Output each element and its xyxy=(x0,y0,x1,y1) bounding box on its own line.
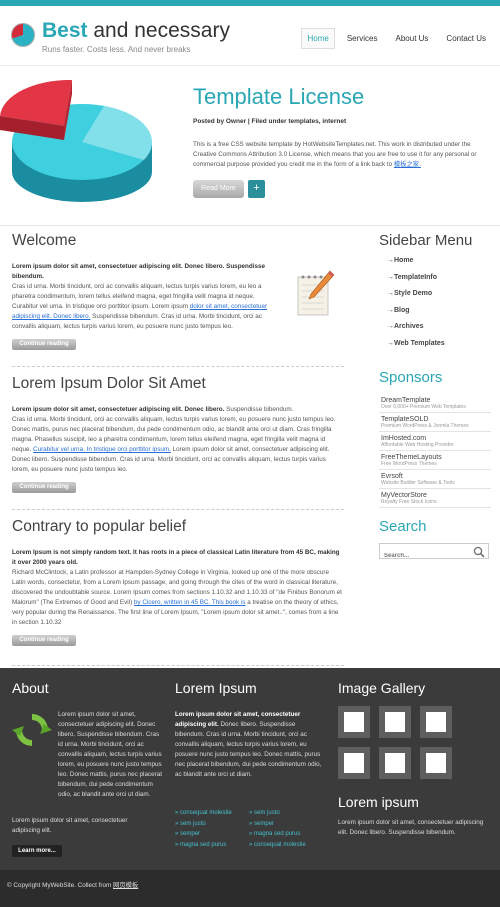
footer-about-text2: Lorem ipsum dolor sit amet, consectetuer… xyxy=(12,817,128,834)
sidebar: Sidebar Menu Home TemplateInfo Style Dem… xyxy=(379,232,491,563)
continue-reading-button[interactable]: Continue reading xyxy=(12,635,76,646)
footer-link[interactable]: » sem justo xyxy=(175,819,245,830)
article-body: Lorem ipsum dolor sit amet, consectetuer… xyxy=(12,406,336,473)
hero-title: Template License xyxy=(193,84,365,109)
copyright-link[interactable]: 网页模板 xyxy=(113,882,138,889)
article-body: Richard McClintock, a Latin professor at… xyxy=(12,569,342,626)
pie-chart-illustration xyxy=(0,80,153,202)
footer-links: » consequat molestie » sem justo » sem j… xyxy=(175,808,335,850)
footer-link[interactable]: » consequat molestie xyxy=(249,840,319,851)
learn-more-button[interactable]: Learn more... xyxy=(12,845,62,857)
site-logo[interactable]: Best and necessary xyxy=(42,19,230,43)
site-footer: About Lorem ipsum dolor sit amet, consec… xyxy=(0,668,500,907)
nav-home[interactable]: Home xyxy=(301,28,335,49)
footer-link[interactable]: » sem justo xyxy=(249,808,319,819)
search-title: Search xyxy=(379,517,427,535)
plus-button[interactable]: + xyxy=(248,180,265,198)
notepad-pencil-icon xyxy=(297,270,335,316)
continue-reading-button[interactable]: Continue reading xyxy=(12,339,76,350)
sponsor-item[interactable]: Evrsoft Website Builder Software & Tools xyxy=(379,470,491,489)
sidebar-item-style-demo[interactable]: Style Demo xyxy=(379,290,491,307)
article-lead: Lorem Ipsum is not simply random text. I… xyxy=(12,549,340,566)
sidebar-item-templateinfo[interactable]: TemplateInfo xyxy=(379,274,491,291)
image-gallery xyxy=(338,706,452,779)
footer-link[interactable]: » semper xyxy=(249,819,319,830)
gallery-thumbnail[interactable] xyxy=(338,706,370,738)
nav-about-us[interactable]: About Us xyxy=(390,28,435,49)
main-column: Welcome Lorem ipsum dolor sit amet, cons… xyxy=(12,232,344,674)
article-link[interactable]: Curabitur vel urna. In tristique orci po… xyxy=(33,446,171,453)
footer-lorem-text: Lorem ipsum dolor sit amet, consectetuer… xyxy=(175,711,322,778)
sponsor-item[interactable]: DreamTemplate Over 6,000+ Premium Web Tem… xyxy=(379,394,491,413)
gallery-thumbnail[interactable] xyxy=(420,706,452,738)
read-more-button[interactable]: Read More xyxy=(193,180,244,198)
article-contrary: Contrary to popular belief Lorem Ipsum i… xyxy=(12,518,344,666)
gallery-thumbnail[interactable] xyxy=(379,747,411,779)
search-box xyxy=(379,542,489,563)
search-input[interactable] xyxy=(380,548,470,563)
hero-link[interactable]: 模板之家. xyxy=(394,161,421,168)
article-link[interactable]: by Cicero, written in 45 BC. This book i… xyxy=(134,599,246,606)
sponsor-item[interactable]: ImHosted.com Affordable Web Hosting Provi… xyxy=(379,432,491,451)
footer-lorem-title: Lorem Ipsum xyxy=(175,680,257,696)
footer-link[interactable]: » consequat molestie xyxy=(175,808,245,819)
footer-about-text: Lorem ipsum dolor sit amet, consectetuer… xyxy=(58,711,162,798)
sidebar-item-home[interactable]: Home xyxy=(379,257,491,274)
footer-lorem2-text: Lorem ipsum dolor sit amet, consectetuer… xyxy=(338,819,484,836)
footer-about-title: About xyxy=(12,680,49,696)
gallery-thumbnail[interactable] xyxy=(379,706,411,738)
article-welcome: Welcome Lorem ipsum dolor sit amet, cons… xyxy=(12,232,344,367)
sidebar-menu: Home TemplateInfo Style Demo Blog Archiv… xyxy=(379,257,491,357)
article-lead: Lorem ipsum dolor sit amet, consectetuer… xyxy=(12,263,265,280)
sidebar-item-blog[interactable]: Blog xyxy=(379,307,491,324)
footer-bottom-bar: © Copyright MyWebSite. Collect from 网页模板 xyxy=(0,870,500,907)
sidebar-item-web-templates[interactable]: Web Templates xyxy=(379,340,491,357)
footer-gallery-title: Image Gallery xyxy=(338,680,426,696)
article-title: Welcome xyxy=(12,232,77,249)
logo-icon[interactable] xyxy=(11,23,35,47)
sponsors-list: DreamTemplate Over 6,000+ Premium Web Tem… xyxy=(379,394,491,508)
site-slogan: Runs faster. Costs less. And never break… xyxy=(42,45,191,54)
sponsor-item[interactable]: TemplateSOLD Premium WordPress & Joomla T… xyxy=(379,413,491,432)
search-icon[interactable] xyxy=(473,546,485,558)
sponsor-item[interactable]: MyVectorStore Royalty Free Stock Icons xyxy=(379,489,491,508)
sponsor-item[interactable]: FreeThemeLayouts Free WordPress Themes xyxy=(379,451,491,470)
footer-link[interactable]: » magna sed purus xyxy=(249,829,319,840)
main-nav: Home Services About Us Contact Us xyxy=(301,28,492,49)
nav-services[interactable]: Services xyxy=(341,28,384,49)
hero-text: This is a free CSS website template by H… xyxy=(193,141,477,168)
gallery-thumbnail[interactable] xyxy=(420,747,452,779)
site-header: Best and necessary Runs faster. Costs le… xyxy=(0,6,500,66)
sidebar-menu-title: Sidebar Menu xyxy=(379,232,473,249)
sponsors-title: Sponsors xyxy=(379,368,443,386)
article-body: Cras id urna. Morbi tincidunt, orci ac c… xyxy=(12,283,268,330)
footer-link[interactable]: » semper xyxy=(175,829,245,840)
hero-meta: Posted by Owner | Filed under templates,… xyxy=(193,118,347,125)
content-area: Welcome Lorem ipsum dolor sit amet, cons… xyxy=(0,226,500,668)
gallery-thumbnail[interactable] xyxy=(338,747,370,779)
article-title: Contrary to popular belief xyxy=(12,518,187,535)
copyright: © Copyright MyWebSite. Collect from 网页模板 xyxy=(7,882,139,889)
article-lorem-ipsum: Lorem Ipsum Dolor Sit Amet Lorem ipsum d… xyxy=(12,375,344,510)
article-title: Lorem Ipsum Dolor Sit Amet xyxy=(12,375,206,392)
sidebar-item-archives[interactable]: Archives xyxy=(379,323,491,340)
footer-link[interactable]: » magna sed purus xyxy=(175,840,245,851)
footer-lorem2-title: Lorem ipsum xyxy=(338,794,419,810)
hero-banner: Template License Posted by Owner | Filed… xyxy=(0,66,500,226)
nav-contact-us[interactable]: Contact Us xyxy=(440,28,492,49)
continue-reading-button[interactable]: Continue reading xyxy=(12,482,76,493)
